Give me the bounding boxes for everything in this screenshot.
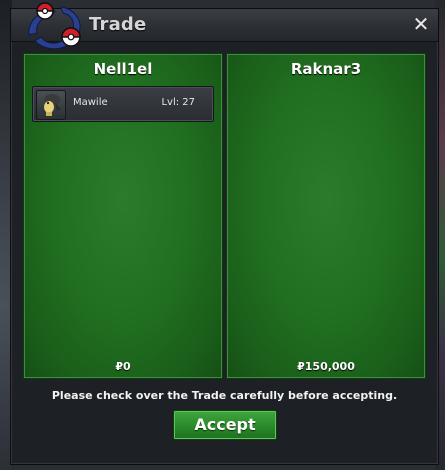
pokeball-logo-icon — [28, 2, 81, 50]
trade-item-slot[interactable]: Mawile Lvl: 27 — [32, 86, 214, 122]
left-player-money: ₽0 — [115, 360, 131, 373]
window-title: Trade — [89, 14, 147, 35]
mawile-sprite-icon — [36, 90, 66, 120]
item-level: Lvl: 27 — [161, 97, 195, 108]
trade-window: Trade ✕ Nell1el Mawile Lvl: 27 ₽0 Raknar… — [10, 2, 439, 465]
close-icon[interactable]: ✕ — [410, 13, 432, 35]
right-player-panel: Raknar3 ₽150,000 — [226, 53, 426, 379]
left-player-panel: Nell1el Mawile Lvl: 27 ₽0 — [23, 53, 223, 379]
trade-notice-text: Please check over the Trade carefully be… — [51, 389, 398, 402]
right-player-money: ₽150,000 — [297, 360, 355, 373]
left-player-name: Nell1el — [93, 60, 153, 78]
item-name: Mawile — [73, 97, 108, 108]
right-player-name: Raknar3 — [290, 60, 362, 78]
accept-button[interactable]: Accept — [173, 410, 277, 440]
